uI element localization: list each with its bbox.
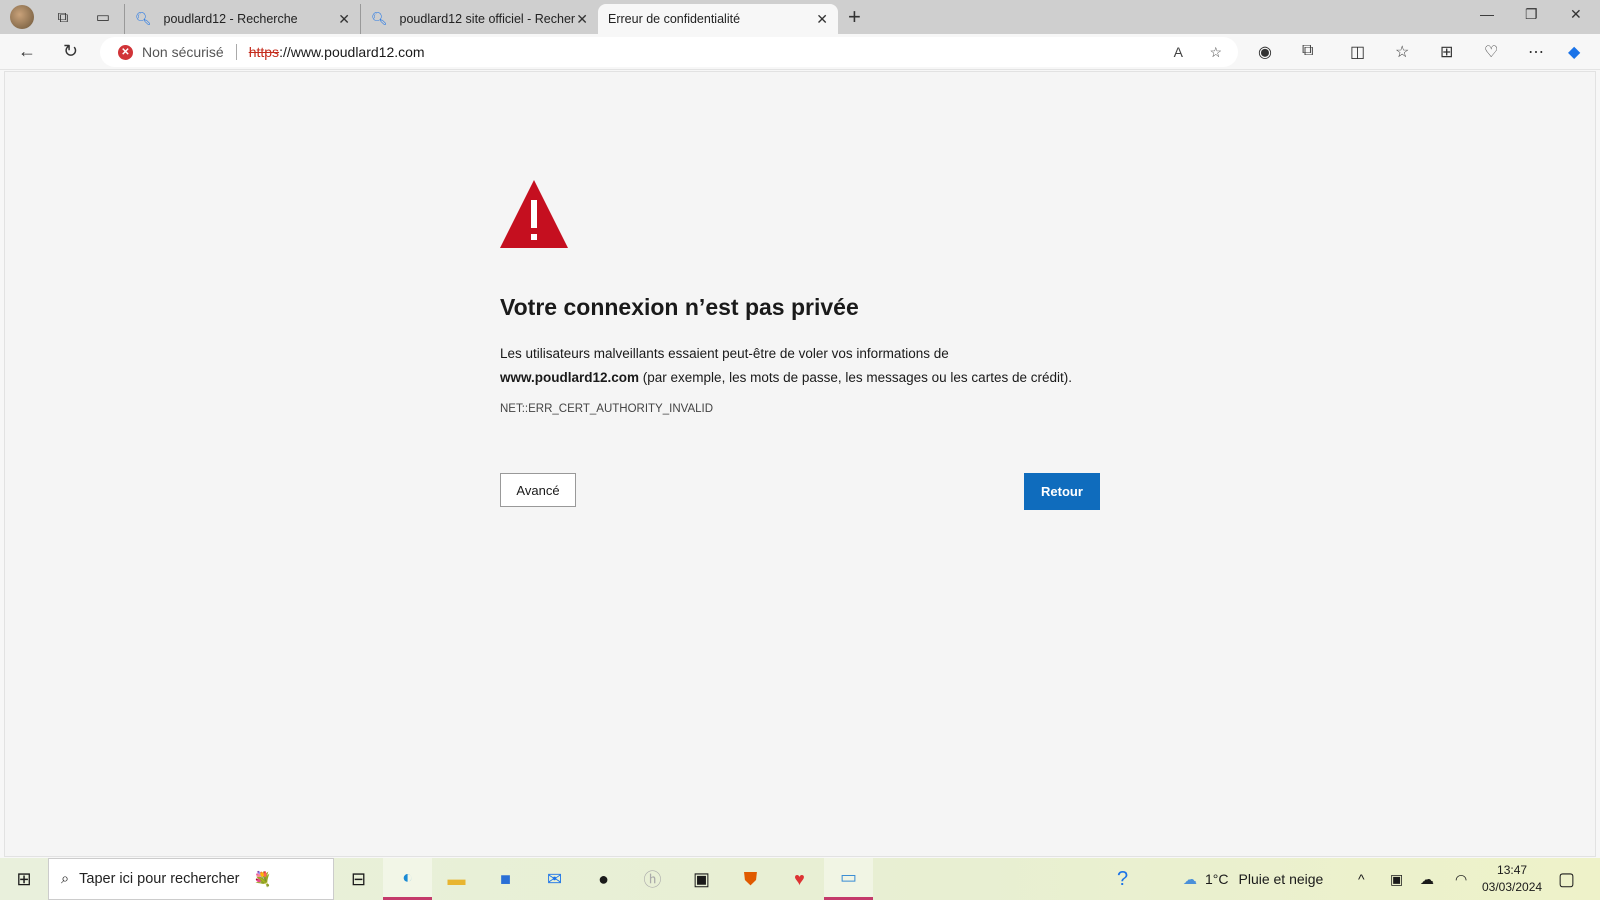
security-status[interactable]: Non sécurisé	[142, 44, 224, 60]
favorites-icon[interactable]: ☆	[1395, 42, 1409, 62]
mail-icon[interactable]: ✉	[530, 858, 579, 900]
task-view-icon[interactable]: ⊟	[334, 858, 383, 900]
security-app-icon[interactable]: ⛊	[726, 858, 775, 900]
taskbar: ⊞ ⌕ Taper ici pour rechercher 💐 ⊟ ◐ ▬ ■ ✉ …	[0, 858, 1600, 900]
address-bar-row: ← ↻ ✕ Non sécurisé https://www.poudlard1…	[0, 34, 1600, 70]
collections-icon[interactable]: ⊞	[1440, 42, 1453, 62]
windows-start-icon[interactable]: ⊞	[0, 869, 48, 890]
tab-label: poudlard12 site officiel - Recherc	[399, 12, 575, 26]
clock[interactable]: 13:47 03/03/2024	[1482, 858, 1542, 900]
search-highlight-icon: 💐	[253, 871, 272, 888]
tab-bar: ⧉ ▭ 🔍︎ poudlard12 - Recherche ✕ 🔍︎ poudlard…	[0, 0, 1600, 34]
temperature: 1°C	[1205, 871, 1229, 887]
tab-search-2[interactable]: 🔍︎ poudlard12 site officiel - Recherc ✕	[360, 4, 598, 34]
page-title: Votre connexion n’est pas privée	[500, 294, 859, 320]
split-screen-icon[interactable]: ◫	[1350, 42, 1365, 62]
workspaces-icon[interactable]: ⧉	[52, 6, 74, 28]
close-tab-icon[interactable]: ✕	[338, 11, 350, 28]
media-app-icon[interactable]: ▣	[677, 858, 726, 900]
file-explorer-icon[interactable]: ▬	[432, 858, 481, 900]
extensions-icon[interactable]: ⧉	[1302, 42, 1313, 60]
tab-label: Erreur de confidentialité	[608, 12, 741, 26]
remote-desktop-icon[interactable]: ▭	[824, 858, 873, 900]
error-icon[interactable]: ✕	[118, 44, 133, 60]
weather-icon: ☁	[1183, 870, 1197, 887]
tab-privacy-error[interactable]: Erreur de confidentialité ✕	[598, 4, 838, 34]
search-placeholder: Taper ici pour rechercher	[79, 871, 240, 887]
show-hidden-icons[interactable]: ^	[1358, 858, 1365, 900]
browser-essentials-icon[interactable]: ◉	[1258, 42, 1272, 62]
close-tab-icon[interactable]: ✕	[816, 11, 828, 28]
close-window-button[interactable]: ✕	[1570, 6, 1582, 23]
address-bar[interactable]: ✕ Non sécurisé https://www.poudlard12.co…	[100, 37, 1238, 67]
copilot-icon[interactable]: ◆	[1568, 42, 1580, 62]
page-content	[4, 71, 1596, 857]
meet-icon[interactable]: ▣	[1390, 858, 1403, 900]
onedrive-icon[interactable]: ☁	[1420, 858, 1434, 900]
hp-icon[interactable]: ⓗ	[628, 858, 677, 900]
search-icon: 🔍︎	[371, 11, 388, 26]
edge-app-icon[interactable]: ◐	[383, 858, 432, 900]
domain-name: www.poudlard12.com	[500, 370, 640, 385]
weather-widget[interactable]: ☁ 1°C Pluie et neige	[1183, 858, 1323, 900]
vertical-tabs-icon[interactable]: ▭	[92, 6, 114, 28]
close-tab-icon[interactable]: ✕	[576, 11, 588, 28]
description-text: Les utilisateurs malveillants essaient p…	[500, 346, 949, 361]
tab-label: poudlard12 - Recherche	[163, 12, 298, 26]
help-icon[interactable]: ?	[1117, 858, 1128, 900]
url-scheme: https	[248, 44, 280, 60]
warning-triangle-icon	[500, 180, 568, 253]
error-code: NET::ERR_CERT_AUTHORITY_INVALID	[500, 403, 714, 415]
restore-button[interactable]: ❐	[1525, 6, 1538, 23]
read-aloud-icon[interactable]: A	[1174, 44, 1183, 60]
app-icon[interactable]: ●	[579, 858, 628, 900]
refresh-button[interactable]: ↻	[63, 41, 78, 62]
taskbar-search[interactable]: ⌕ Taper ici pour rechercher 💐	[48, 858, 334, 900]
url-text: ://www.poudlard12.com	[279, 44, 425, 60]
wifi-icon[interactable]: ◠	[1455, 858, 1467, 900]
profile-avatar[interactable]	[10, 5, 34, 29]
description: Les utilisateurs malveillants essaient p…	[500, 342, 1140, 390]
new-tab-button[interactable]: +	[848, 4, 861, 30]
time: 13:47	[1497, 863, 1528, 877]
tab-search-1[interactable]: 🔍︎ poudlard12 - Recherche ✕	[124, 4, 360, 34]
favorite-star-icon[interactable]: ☆	[1209, 44, 1222, 61]
more-menu-icon[interactable]: ⋯	[1528, 42, 1544, 62]
app-red-icon[interactable]: ♥	[775, 858, 824, 900]
notifications-icon[interactable]: ▢	[1558, 858, 1575, 900]
minimize-button[interactable]: —	[1480, 6, 1494, 22]
weather-text: Pluie et neige	[1238, 871, 1324, 887]
back-to-safety-button[interactable]: Retour	[1024, 473, 1100, 510]
search-icon: 🔍︎	[135, 11, 152, 26]
back-button[interactable]: ←	[18, 41, 36, 62]
date: 03/03/2024	[1482, 880, 1543, 894]
advanced-button[interactable]: Avancé	[500, 473, 576, 507]
divider	[235, 44, 237, 60]
store-icon[interactable]: ■	[481, 858, 530, 900]
description-text-2: (par exemple, les mots de passe, les mes…	[639, 370, 1072, 385]
performance-icon[interactable]: ♡	[1484, 42, 1498, 62]
search-icon: ⌕	[61, 871, 70, 887]
